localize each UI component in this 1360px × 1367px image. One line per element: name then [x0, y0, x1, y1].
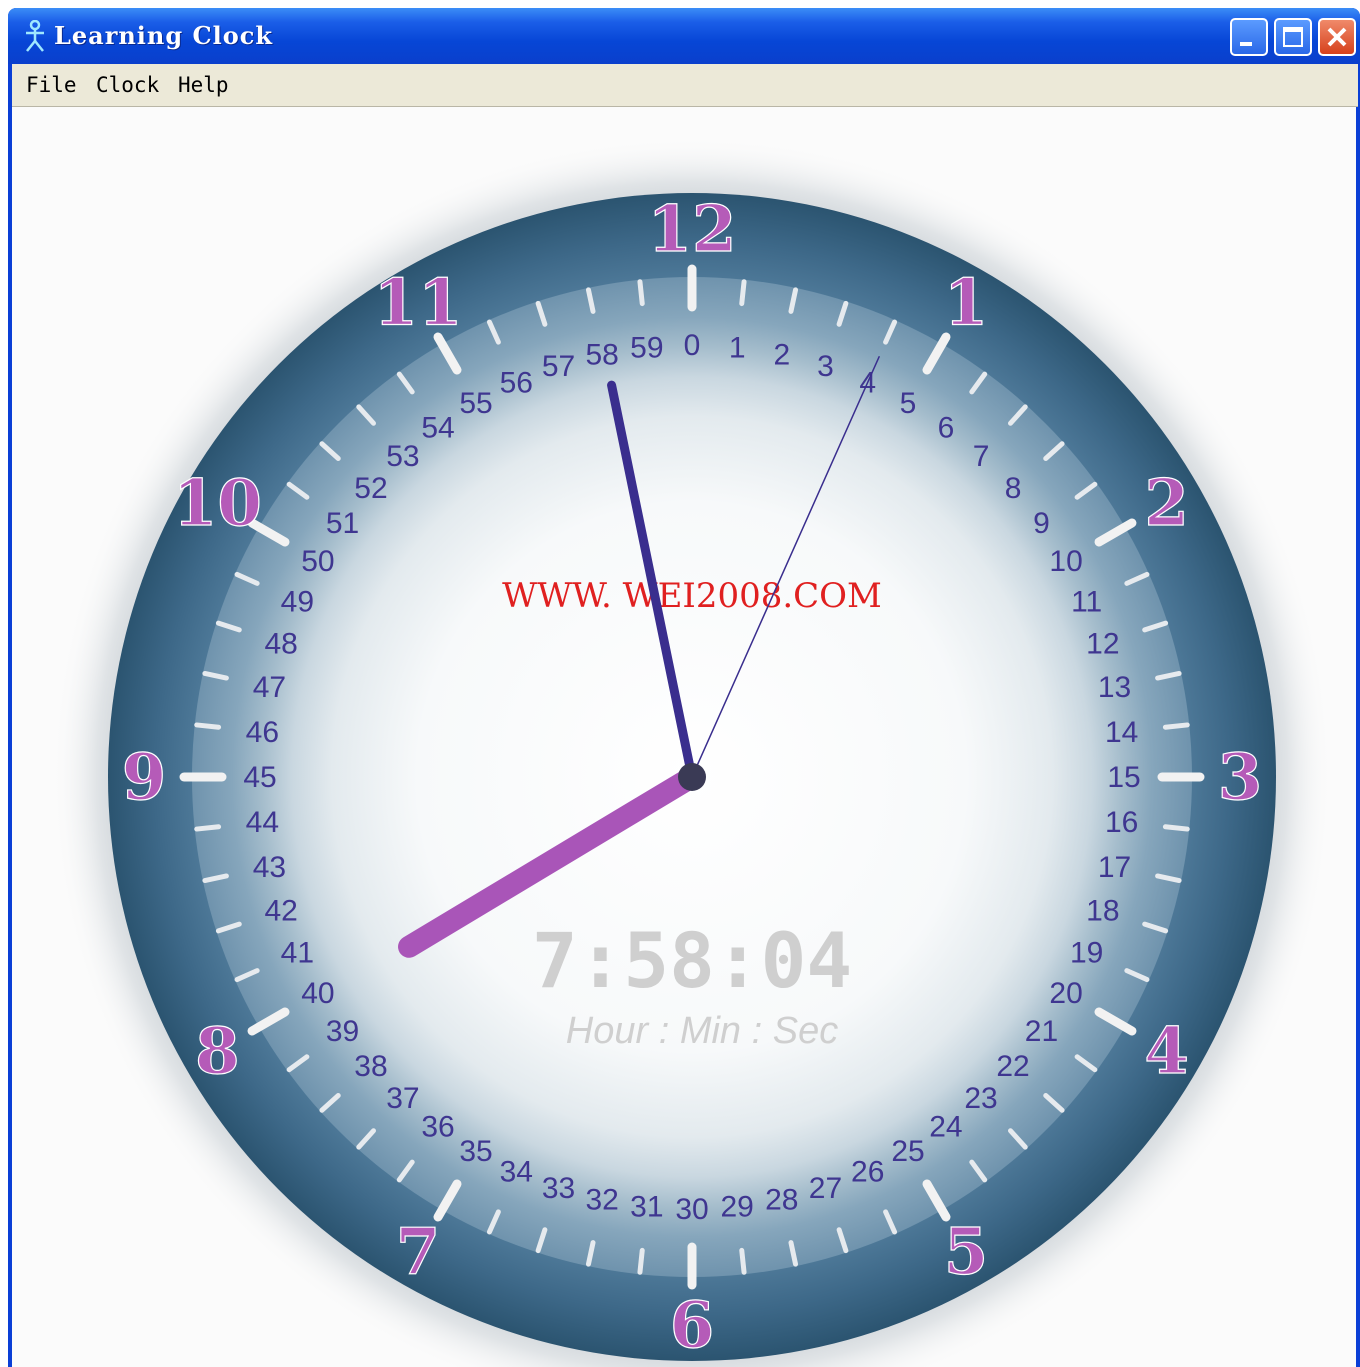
minute-numeral-31: 31 [630, 1191, 663, 1224]
minute-numeral-37: 37 [386, 1082, 419, 1115]
minute-numeral-25: 25 [891, 1135, 924, 1168]
menu-help[interactable]: Help [178, 73, 229, 97]
minute-numeral-14: 14 [1105, 716, 1138, 749]
hour-numeral-10: 10 [173, 466, 262, 541]
close-icon [1327, 27, 1347, 47]
minute-numeral-9: 9 [1033, 507, 1050, 540]
minute-numeral-55: 55 [459, 387, 492, 420]
minute-numeral-11: 11 [1071, 585, 1102, 618]
minimize-icon [1240, 42, 1252, 46]
minute-numeral-43: 43 [253, 851, 286, 884]
stick-figure-icon [26, 20, 44, 52]
watermark-text: WWW. WEI2008.COM [502, 576, 882, 616]
minute-numeral-35: 35 [459, 1135, 492, 1168]
hour-numeral-1: 1 [944, 265, 989, 340]
minute-tick [637, 279, 645, 307]
minute-numeral-2: 2 [773, 338, 790, 371]
minute-numeral-33: 33 [542, 1172, 575, 1205]
hour-numeral-8: 8 [195, 1014, 240, 1089]
clock-area: 121234567891011 012345678910111213141516… [12, 107, 1356, 1367]
minute-numeral-45: 45 [243, 761, 276, 794]
minute-numeral-0: 0 [684, 329, 701, 362]
minute-tick [637, 1247, 645, 1275]
close-button[interactable] [1318, 18, 1356, 56]
minute-numeral-30: 30 [675, 1193, 708, 1226]
app-window: Learning Clock File Clock Help 12 1 2 3 … [8, 8, 1360, 1367]
minute-numeral-34: 34 [500, 1156, 533, 1189]
hour-numeral-6: 6 [670, 1288, 715, 1363]
minute-tick [1162, 824, 1190, 832]
analog-clock: 121234567891011 012345678910111213141516… [52, 137, 1332, 1367]
minute-numeral-16: 16 [1105, 806, 1138, 839]
minute-numeral-21: 21 [1025, 1015, 1058, 1048]
hour-numeral-4: 4 [1144, 1014, 1189, 1089]
minute-numeral-59: 59 [630, 331, 663, 364]
digital-caption: Hour : Min : Sec [566, 1010, 838, 1052]
menu-clock[interactable]: Clock [96, 73, 159, 97]
menu-file[interactable]: File [26, 73, 77, 97]
minute-numeral-15: 15 [1107, 761, 1140, 794]
minute-tick [739, 279, 747, 307]
minute-numeral-17: 17 [1098, 851, 1131, 884]
minute-tick [1162, 722, 1190, 730]
minute-numeral-38: 38 [354, 1050, 387, 1083]
digital-time: 7:58:04 [532, 916, 852, 1005]
minute-numeral-20: 20 [1049, 977, 1082, 1010]
minute-numeral-23: 23 [964, 1082, 997, 1115]
minute-numeral-56: 56 [500, 366, 533, 399]
minimize-button[interactable] [1230, 18, 1268, 56]
minute-numeral-36: 36 [421, 1110, 454, 1143]
minute-numeral-8: 8 [1005, 472, 1022, 505]
minute-numeral-28: 28 [765, 1184, 798, 1217]
minute-numeral-7: 7 [973, 440, 990, 473]
minute-numeral-44: 44 [246, 806, 279, 839]
minute-numeral-19: 19 [1070, 937, 1103, 970]
window-title: Learning Clock [54, 21, 273, 50]
hour-numeral-3: 3 [1218, 740, 1263, 815]
minute-numeral-27: 27 [809, 1172, 842, 1205]
minute-numeral-32: 32 [585, 1184, 618, 1217]
minute-numeral-41: 41 [281, 937, 314, 970]
minute-numeral-5: 5 [900, 387, 917, 420]
minute-numeral-52: 52 [354, 472, 387, 505]
minute-tick [194, 722, 222, 730]
hour-numeral-9: 9 [122, 740, 167, 815]
hour-numeral-11: 11 [373, 265, 462, 340]
minute-numeral-51: 51 [326, 507, 359, 540]
hour-numeral-12: 12 [647, 192, 736, 267]
minute-numeral-13: 13 [1098, 671, 1131, 704]
minute-numeral-29: 29 [720, 1191, 753, 1224]
maximize-icon [1283, 27, 1303, 47]
title-bar[interactable]: Learning Clock [8, 8, 1360, 64]
minute-numeral-48: 48 [264, 628, 297, 661]
minute-numeral-6: 6 [938, 412, 955, 445]
hand-hub [678, 763, 706, 791]
minute-numeral-54: 54 [421, 412, 454, 445]
minute-numeral-1: 1 [729, 331, 746, 364]
minute-numeral-12: 12 [1086, 628, 1119, 661]
minute-numeral-10: 10 [1049, 545, 1082, 578]
hour-numeral-2: 2 [1144, 466, 1189, 541]
minute-numeral-47: 47 [253, 671, 286, 704]
hour-numeral-7: 7 [396, 1215, 441, 1290]
minute-numeral-22: 22 [996, 1050, 1029, 1083]
hour-numeral-5: 5 [944, 1215, 989, 1290]
maximize-button[interactable] [1274, 18, 1312, 56]
minute-numeral-39: 39 [326, 1015, 359, 1048]
minute-numeral-18: 18 [1086, 894, 1119, 927]
minute-numeral-26: 26 [851, 1156, 884, 1189]
menu-bar: File Clock Help [12, 64, 1358, 107]
minute-numeral-50: 50 [301, 545, 334, 578]
minute-tick [739, 1247, 747, 1275]
minute-numeral-57: 57 [542, 350, 575, 383]
minute-numeral-49: 49 [281, 585, 314, 618]
minute-numeral-53: 53 [386, 440, 419, 473]
minute-numeral-58: 58 [585, 338, 618, 371]
minute-numeral-24: 24 [929, 1110, 962, 1143]
minute-numeral-46: 46 [246, 716, 279, 749]
minute-numeral-3: 3 [817, 350, 834, 383]
minute-tick [194, 824, 222, 832]
minute-numeral-40: 40 [301, 977, 334, 1010]
minute-numeral-42: 42 [264, 894, 297, 927]
